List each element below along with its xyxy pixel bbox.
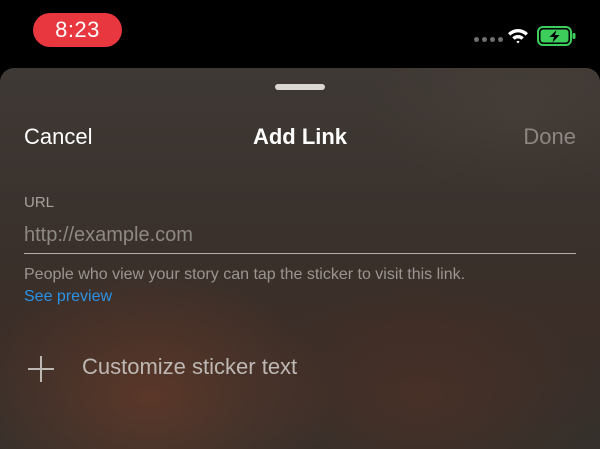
customize-sticker-text-label: Customize sticker text xyxy=(82,354,298,379)
see-preview-link[interactable]: See preview xyxy=(24,288,112,306)
status-bar: 8:23 xyxy=(0,0,600,68)
add-link-sheet: Cancel Add Link Done URL People who view… xyxy=(0,68,600,449)
cellular-signal-icon xyxy=(474,37,503,42)
plus-icon xyxy=(28,356,54,382)
sheet-grabber-handle[interactable] xyxy=(275,84,325,90)
url-input[interactable] xyxy=(24,217,576,254)
battery-charging-icon xyxy=(537,26,576,46)
customize-sticker-text-button[interactable]: Customize sticker text xyxy=(24,348,576,388)
status-time[interactable]: 8:23 xyxy=(33,13,122,47)
url-field-label: URL xyxy=(24,194,55,211)
helper-text: People who view your story can tap the s… xyxy=(24,266,466,283)
cancel-button[interactable]: Cancel xyxy=(24,124,92,150)
wifi-icon xyxy=(508,28,528,44)
done-button[interactable]: Done xyxy=(523,124,576,150)
screen: 8:23 Cancel Add Link Done URL People who… xyxy=(0,0,600,449)
